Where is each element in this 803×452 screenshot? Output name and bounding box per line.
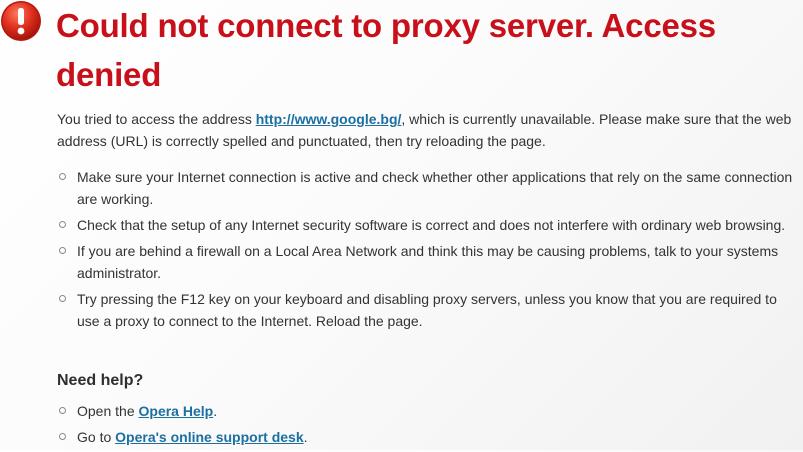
list-item: If you are behind a firewall on a Local … bbox=[57, 240, 797, 284]
tip-text: Check that the setup of any Internet sec… bbox=[77, 217, 786, 233]
list-item: Go to Opera's online support desk. bbox=[57, 426, 797, 448]
bullet-icon bbox=[59, 407, 66, 414]
help-prefix: Go to bbox=[77, 429, 116, 445]
help-prefix: Open the bbox=[77, 403, 139, 419]
help-suffix: . bbox=[303, 429, 308, 445]
troubleshooting-list: Make sure your Internet connection is ac… bbox=[57, 166, 797, 336]
bullet-icon bbox=[59, 221, 66, 228]
list-item: Check that the setup of any Internet sec… bbox=[57, 214, 797, 236]
error-description: You tried to access the address http://w… bbox=[57, 108, 797, 152]
bullet-icon bbox=[59, 173, 66, 180]
help-suffix: . bbox=[213, 403, 218, 419]
support-desk-link[interactable]: Opera's online support desk bbox=[115, 429, 303, 445]
tip-text: If you are behind a firewall on a Local … bbox=[77, 243, 779, 281]
tip-text: Try pressing the F12 key on your keyboar… bbox=[77, 291, 777, 329]
bullet-icon bbox=[59, 433, 66, 440]
opera-help-link[interactable]: Opera Help bbox=[139, 403, 214, 419]
need-help-heading: Need help? bbox=[57, 372, 144, 389]
list-item: Make sure your Internet connection is ac… bbox=[57, 166, 797, 210]
bullet-icon bbox=[59, 247, 66, 254]
tip-text: Make sure your Internet connection is ac… bbox=[77, 169, 793, 207]
help-list: Open the Opera Help. Go to Opera's onlin… bbox=[57, 400, 797, 452]
exclamation-circle-icon bbox=[0, 0, 42, 42]
bullet-icon bbox=[59, 295, 66, 302]
page-title: Could not connect to proxy server. Acces… bbox=[56, 7, 716, 93]
error-page: Could not connect to proxy server. Acces… bbox=[0, 0, 803, 450]
list-item: Open the Opera Help. bbox=[57, 400, 797, 422]
list-item: Try pressing the F12 key on your keyboar… bbox=[57, 288, 797, 332]
intro-text-before: You tried to access the address bbox=[57, 111, 256, 127]
requested-url-link[interactable]: http://www.google.bg/ bbox=[256, 111, 402, 127]
